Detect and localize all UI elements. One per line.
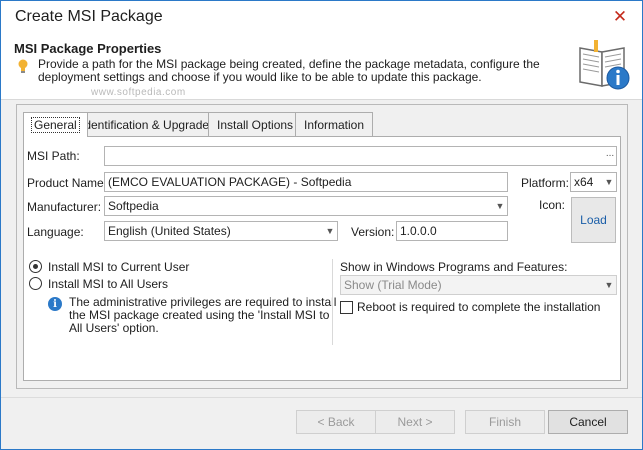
icon-label: Icon: — [539, 198, 566, 212]
section-divider — [332, 259, 333, 345]
watermark: www.softpedia.com — [91, 87, 186, 98]
product-name-label: Product Name: — [27, 176, 108, 190]
platform-select[interactable]: x64 ▼ — [570, 172, 617, 192]
tab-identification-upgrade-label: Identification & Upgrade — [81, 117, 210, 132]
window-title: Create MSI Package — [15, 8, 163, 25]
radio-current-user-label[interactable]: Install MSI to Current User — [48, 260, 189, 274]
header-panel: MSI Package Properties Provide a path fo… — [1, 34, 642, 100]
show-in-programs-value: Show (Trial Mode) — [344, 278, 442, 292]
browse-button[interactable]: ... — [605, 148, 615, 164]
radio-all-users[interactable] — [29, 277, 42, 290]
show-in-programs-label: Show in Windows Programs and Features: — [340, 260, 568, 274]
cancel-button[interactable]: Cancel — [548, 410, 628, 434]
back-button[interactable]: < Back — [296, 410, 376, 434]
chevron-down-icon: ▼ — [495, 201, 505, 211]
msi-path-label: MSI Path: — [27, 149, 80, 163]
dialog-window: Create MSI Package ✕ MSI Package Propert… — [0, 0, 643, 450]
language-select[interactable]: English (United States) ▼ — [104, 221, 338, 241]
version-input[interactable]: 1.0.0.0 — [396, 221, 508, 241]
language-value: English (United States) — [108, 224, 231, 238]
product-name-input[interactable]: (EMCO EVALUATION PACKAGE) - Softpedia — [104, 172, 508, 192]
tab-general-label: General — [31, 117, 80, 133]
book-info-icon — [579, 40, 630, 90]
header-description: Provide a path for the MSI package being… — [38, 57, 540, 84]
tab-identification-upgrade[interactable]: Identification & Upgrade — [72, 112, 219, 136]
show-in-programs-select[interactable]: Show (Trial Mode) ▼ — [340, 275, 617, 295]
reboot-label[interactable]: Reboot is required to complete the insta… — [357, 300, 600, 314]
chevron-down-icon: ▼ — [325, 226, 335, 236]
tab-information-label: Information — [304, 117, 365, 132]
chevron-down-icon: ▼ — [604, 280, 614, 290]
reboot-checkbox[interactable] — [340, 301, 353, 314]
next-button[interactable]: Next > — [375, 410, 455, 434]
tab-install-options[interactable]: Install Options — [208, 112, 303, 136]
close-button[interactable]: ✕ — [598, 1, 642, 33]
msi-path-input[interactable]: ... — [104, 146, 617, 166]
manufacturer-label: Manufacturer: — [27, 200, 102, 214]
platform-value: x64 — [574, 175, 594, 189]
tab-information[interactable]: Information — [295, 112, 374, 136]
radio-all-users-label[interactable]: Install MSI to All Users — [48, 277, 168, 291]
manufacturer-select[interactable]: Softpedia ▼ — [104, 196, 508, 216]
finish-button[interactable]: Finish — [465, 410, 545, 434]
load-icon-button[interactable]: Load — [571, 197, 616, 243]
lightbulb-icon — [18, 59, 28, 73]
title-bar: Create MSI Package ✕ — [1, 1, 642, 34]
manufacturer-value: Softpedia — [108, 199, 159, 213]
language-label: Language: — [27, 225, 84, 239]
platform-label: Platform: — [521, 176, 570, 190]
admin-privileges-note: The administrative privileges are requir… — [69, 295, 337, 335]
tab-general[interactable]: General — [23, 112, 88, 137]
info-icon: i — [48, 297, 62, 311]
chevron-down-icon: ▼ — [604, 177, 614, 187]
header-title: MSI Package Properties — [14, 41, 162, 56]
footer-separator — [1, 397, 642, 398]
radio-current-user[interactable] — [29, 260, 42, 273]
version-label: Version: — [351, 225, 395, 239]
close-icon: ✕ — [612, 7, 628, 26]
tab-install-options-label: Install Options — [217, 117, 294, 132]
